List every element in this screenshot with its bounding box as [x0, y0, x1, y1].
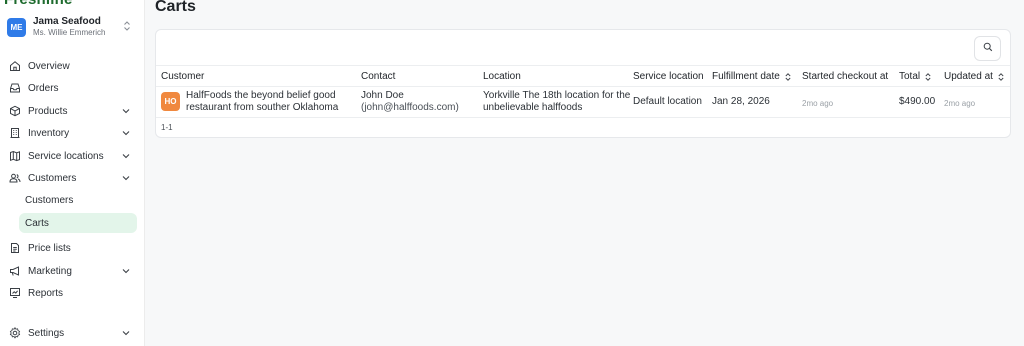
- table-header: Customer Contact Location Service locati…: [156, 65, 1010, 87]
- chevron-down-icon: [122, 129, 130, 137]
- sidebar-item-label: Price lists: [28, 242, 71, 254]
- gear-icon: [8, 327, 21, 340]
- sidebar-subitem-carts[interactable]: Carts: [19, 213, 137, 233]
- map-icon: [8, 150, 21, 163]
- column-header-label: Service location: [633, 71, 704, 82]
- sidebar-item-label: Service locations: [28, 150, 104, 162]
- org-user: Ms. Willie Emmerich: [33, 28, 106, 37]
- brand-logo: Freshline: [4, 0, 73, 8]
- sidebar-item-orders[interactable]: Orders: [7, 78, 137, 98]
- sort-icon: [925, 72, 931, 81]
- sidebar-item-settings[interactable]: Settings: [7, 323, 137, 343]
- sidebar-item-products[interactable]: Products: [7, 101, 137, 121]
- cell-total: $490.00: [899, 96, 936, 107]
- customer-avatar: HO: [161, 92, 180, 111]
- sidebar-item-label: Orders: [28, 82, 59, 94]
- org-switcher[interactable]: ME Jama Seafood Ms. Willie Emmerich: [7, 14, 135, 40]
- building-icon: [8, 127, 21, 140]
- sidebar-item-price-lists[interactable]: Price lists: [7, 238, 137, 258]
- contact-email: (john@halffoods.com): [361, 102, 459, 113]
- org-name: Jama Seafood: [33, 16, 101, 27]
- cell-service-location: Default location: [633, 96, 702, 107]
- document-icon: [8, 242, 21, 255]
- sort-icon: [998, 72, 1004, 81]
- column-header-label: Updated at: [944, 71, 993, 82]
- users-icon: [8, 172, 21, 185]
- search-button[interactable]: [974, 36, 1001, 61]
- megaphone-icon: [8, 265, 21, 278]
- sidebar-item-label: Marketing: [28, 265, 72, 277]
- sidebar-item-reports[interactable]: Reports: [7, 283, 137, 303]
- cell-started-checkout-at: 2mo ago: [802, 99, 834, 108]
- sidebar-item-label: Overview: [28, 60, 70, 72]
- sidebar-item-service-locations[interactable]: Service locations: [7, 146, 137, 166]
- column-header-label: Started checkout at: [802, 71, 889, 82]
- cell-customer: HalfFoods the beyond belief good restaur…: [186, 90, 338, 114]
- column-header-location[interactable]: Location: [483, 71, 521, 82]
- customer-name-line2: restaurant from souther Oklahoma: [186, 102, 339, 113]
- sidebar-item-label: Products: [28, 105, 68, 117]
- chevron-down-icon: [122, 267, 130, 275]
- table-row[interactable]: HO HalfFoods the beyond belief good rest…: [156, 87, 1010, 118]
- sidebar-subitem-customers[interactable]: Customers: [19, 190, 137, 210]
- sidebar-item-label: Reports: [28, 287, 64, 299]
- chevron-down-icon: [122, 107, 130, 115]
- sidebar-item-label: Customers: [28, 172, 77, 184]
- chevron-down-icon: [122, 174, 130, 182]
- inbox-icon: [8, 82, 21, 95]
- column-header-fulfillment-date[interactable]: Fulfillment date: [712, 71, 791, 82]
- column-header-service-location[interactable]: Service location: [633, 71, 704, 82]
- chevron-down-icon: [122, 152, 130, 160]
- search-icon: [983, 42, 993, 55]
- column-header-customer[interactable]: Customer: [161, 71, 204, 82]
- chart-icon: [8, 287, 21, 300]
- column-header-contact[interactable]: Contact: [361, 71, 395, 82]
- chevron-up-down-icon[interactable]: [123, 20, 131, 32]
- sidebar: Freshline ME Jama Seafood Ms. Willie Emm…: [0, 0, 145, 346]
- column-header-label: Location: [483, 71, 521, 82]
- cell-contact: John Doe (john@halffoods.com): [361, 90, 459, 114]
- sidebar-item-customers[interactable]: Customers: [7, 168, 137, 188]
- sidebar-item-label: Inventory: [28, 127, 70, 139]
- pagination-range: 1-1: [161, 123, 173, 132]
- column-header-label: Contact: [361, 71, 396, 82]
- cell-fulfillment-date: Jan 28, 2026: [712, 96, 770, 107]
- sidebar-item-marketing[interactable]: Marketing: [7, 261, 137, 281]
- chevron-down-icon: [122, 329, 130, 337]
- page-title: Carts: [155, 0, 196, 15]
- sort-icon: [785, 72, 791, 81]
- cell-updated-at: 2mo ago: [944, 99, 976, 108]
- org-avatar: ME: [7, 17, 26, 37]
- column-header-updated-at[interactable]: Updated at: [944, 71, 1004, 82]
- sidebar-item-overview[interactable]: Overview: [7, 56, 137, 76]
- customer-name-line1: HalfFoods the beyond belief good: [186, 90, 336, 101]
- column-header-total[interactable]: Total: [899, 71, 931, 82]
- sidebar-item-inventory[interactable]: Inventory: [7, 123, 137, 143]
- column-header-label: Fulfillment date: [712, 71, 780, 82]
- column-header-label: Customer: [161, 71, 205, 82]
- column-header-label: Total: [899, 71, 921, 82]
- cell-location: Yorkville The 18th location for the unbe…: [483, 90, 630, 114]
- contact-name: John Doe: [361, 90, 404, 101]
- location-line2: unbelievable halffoods: [483, 102, 583, 113]
- carts-table-card: Customer Contact Location Service locati…: [155, 29, 1011, 138]
- box-icon: [8, 105, 21, 118]
- sidebar-item-label: Settings: [28, 327, 65, 339]
- home-icon: [8, 60, 21, 73]
- location-line1: Yorkville The 18th location for the: [483, 90, 631, 101]
- column-header-started-checkout-at[interactable]: Started checkout at: [802, 71, 888, 82]
